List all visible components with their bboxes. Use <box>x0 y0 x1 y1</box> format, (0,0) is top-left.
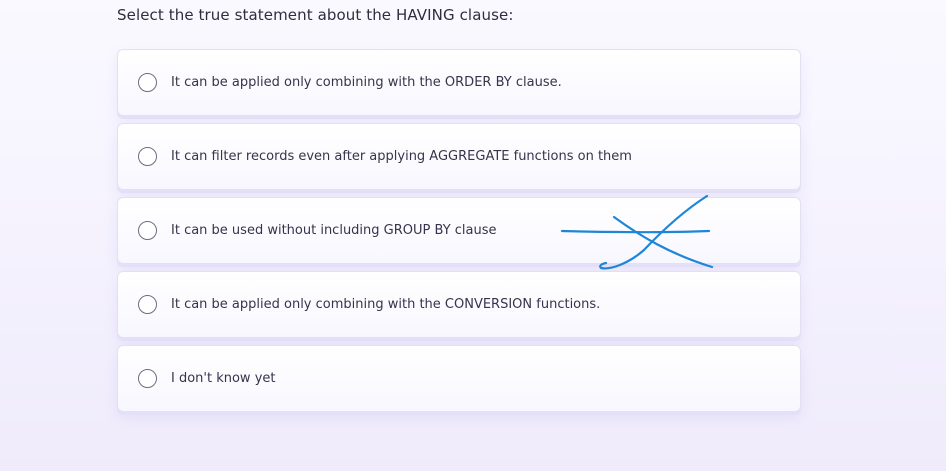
option-label: It can be used without including GROUP B… <box>171 223 497 238</box>
radio-button[interactable] <box>138 73 157 92</box>
option-label: It can be applied only combining with th… <box>171 297 601 312</box>
option-label: It can be applied only combining with th… <box>171 75 562 90</box>
option-1[interactable]: It can be applied only combining with th… <box>117 49 801 116</box>
radio-button[interactable] <box>138 369 157 388</box>
answer-options: It can be applied only combining with th… <box>117 49 801 419</box>
radio-button[interactable] <box>138 147 157 166</box>
question-text: Select the true statement about the HAVI… <box>117 6 514 24</box>
option-3[interactable]: It can be used without including GROUP B… <box>117 197 801 264</box>
option-label: It can filter records even after applyin… <box>171 149 632 164</box>
option-4[interactable]: It can be applied only combining with th… <box>117 271 801 338</box>
option-label: I don't know yet <box>171 371 276 386</box>
option-2[interactable]: It can filter records even after applyin… <box>117 123 801 190</box>
radio-button[interactable] <box>138 221 157 240</box>
radio-button[interactable] <box>138 295 157 314</box>
option-5[interactable]: I don't know yet <box>117 345 801 412</box>
